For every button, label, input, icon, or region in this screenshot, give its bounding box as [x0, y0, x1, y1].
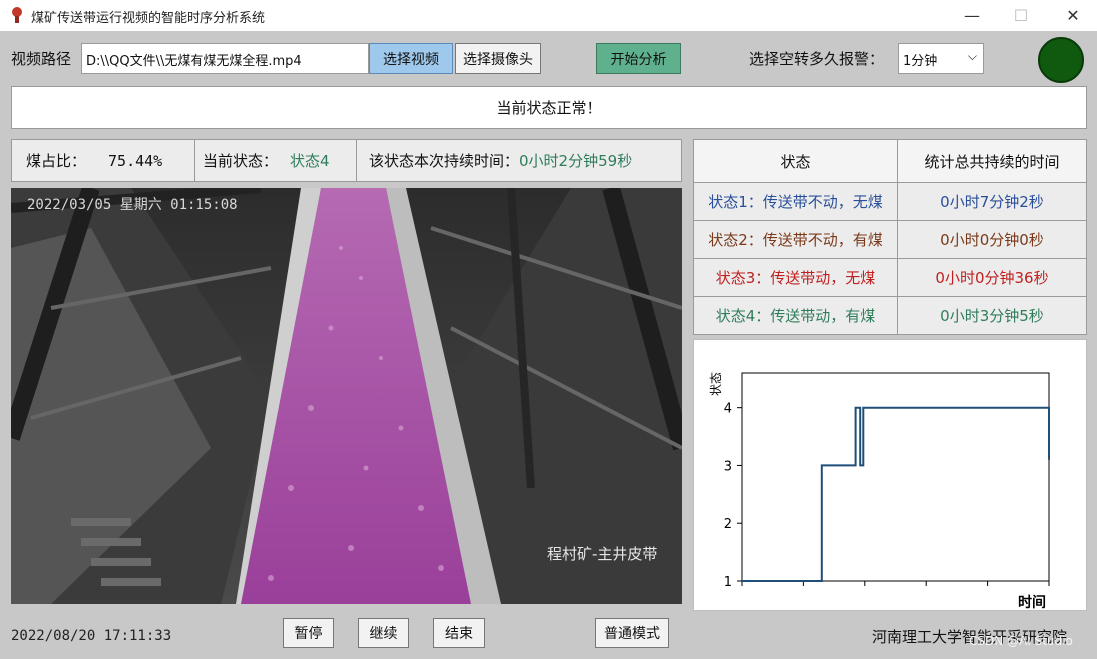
state-duration-label: 该状态本次持续时间：: [369, 152, 520, 170]
state-timeline-chart: 1 2 3 4 状态 时间: [693, 339, 1087, 611]
pause-button[interactable]: 暂停: [283, 618, 334, 648]
chart-y-tick-label: 1: [724, 575, 732, 590]
chart-y-tick-label: 4: [724, 402, 732, 417]
chart-svg: 1 2 3 4 状态 时间: [709, 372, 1050, 611]
video-path-input[interactable]: D:\\QQ文件\\无煤有煤无煤全程.mp4: [81, 43, 369, 74]
video-frame-image: [11, 188, 682, 604]
time-cell: 0小时7分钟2秒: [897, 182, 1087, 221]
current-state-value: 状态4: [290, 152, 330, 170]
end-button[interactable]: 结束: [433, 618, 485, 648]
table-row: 状态2：传送带不动，有煤 0小时0分钟0秒: [693, 220, 1087, 259]
coal-ratio-value: 75.44%: [108, 151, 163, 170]
time-cell: 0小时0分钟36秒: [897, 258, 1087, 297]
state-duration-value: 0小时2分钟59秒: [519, 152, 633, 170]
time-cell: 0小时3分钟5秒: [897, 296, 1087, 335]
table-row: 状态4：传送带动，有煤 0小时3分钟5秒: [693, 296, 1087, 335]
path-label: 视频路径: [11, 50, 72, 68]
chart-y-tick-label: 2: [724, 517, 732, 532]
state-duration-cell: 该状态本次持续时间： 0小时2分钟59秒: [357, 140, 681, 181]
status-banner: 当前状态正常！: [11, 86, 1087, 129]
chart-y-axis-label: 状态: [709, 372, 723, 396]
state-statistics-table: 状态 统计总共持续的时间 状态1：传送带不动，无煤 0小时7分钟2秒 状态2：传…: [693, 139, 1087, 335]
coal-ratio-cell: 煤占比： 75.44%: [12, 140, 195, 181]
minimize-button[interactable]: —: [949, 0, 995, 31]
current-datetime: 2022/08/20 17:11:33: [11, 628, 172, 644]
table-row: 状态3：传送带动，无煤 0小时0分钟36秒: [693, 258, 1087, 297]
coal-ratio-label: 煤占比：: [26, 152, 87, 170]
table-row: 状态1：传送带不动，无煤 0小时7分钟2秒: [693, 182, 1087, 221]
video-timestamp: 2022/03/05 星期六 01:15:08: [27, 197, 238, 213]
close-button[interactable]: ✕: [1050, 0, 1096, 31]
maximize-button[interactable]: ☐: [998, 0, 1044, 31]
status-banner-text: 当前状态正常！: [496, 99, 602, 117]
time-cell: 0小时0分钟0秒: [897, 220, 1087, 259]
start-analysis-button[interactable]: 开始分析: [596, 43, 681, 74]
select-camera-button[interactable]: 选择摄像头: [455, 43, 541, 74]
alarm-duration-select[interactable]: 1分钟 ⌵: [898, 43, 984, 74]
table-header-state: 状态: [693, 139, 898, 183]
state-cell: 状态4：传送带动，有煤: [693, 296, 898, 335]
table-header-total-time: 统计总共持续的时间: [897, 139, 1087, 183]
alarm-indicator-light: [1038, 37, 1084, 83]
window-title: 煤矿传送带运行视频的智能时序分析系统: [31, 11, 266, 26]
video-caption: 程村矿-主井皮带: [547, 545, 658, 563]
chart-x-axis-label: 时间: [1018, 594, 1046, 610]
info-bar: 煤占比： 75.44% 当前状态： 状态4 该状态本次持续时间： 0小时2分钟5…: [11, 139, 682, 182]
state-cell: 状态2：传送带不动，有煤: [693, 220, 898, 259]
chart-series-line: [742, 406, 1050, 582]
app-icon: [12, 7, 22, 23]
video-display: 2022/03/05 星期六 01:15:08 程村矿-主井皮带: [11, 188, 682, 604]
chevron-down-icon: ⌵: [967, 49, 977, 63]
alarm-duration-value: 1分钟: [903, 54, 938, 69]
resume-button[interactable]: 继续: [358, 618, 409, 648]
alarm-label: 选择空转多久报警：: [749, 50, 885, 68]
watermark: CSDN @AI Studio: [969, 634, 1073, 648]
current-state-cell: 当前状态： 状态4: [195, 140, 357, 181]
title-bar: 煤矿传送带运行视频的智能时序分析系统 — ☐ ✕: [0, 0, 1097, 31]
chart-y-tick-label: 3: [724, 459, 732, 474]
normal-mode-button[interactable]: 普通模式: [595, 618, 669, 648]
chart-plot-frame: [741, 372, 1050, 582]
current-state-label: 当前状态：: [203, 152, 279, 170]
state-cell: 状态1：传送带不动，无煤: [693, 182, 898, 221]
select-video-button[interactable]: 选择视频: [369, 43, 453, 74]
state-cell: 状态3：传送带动，无煤: [693, 258, 898, 297]
